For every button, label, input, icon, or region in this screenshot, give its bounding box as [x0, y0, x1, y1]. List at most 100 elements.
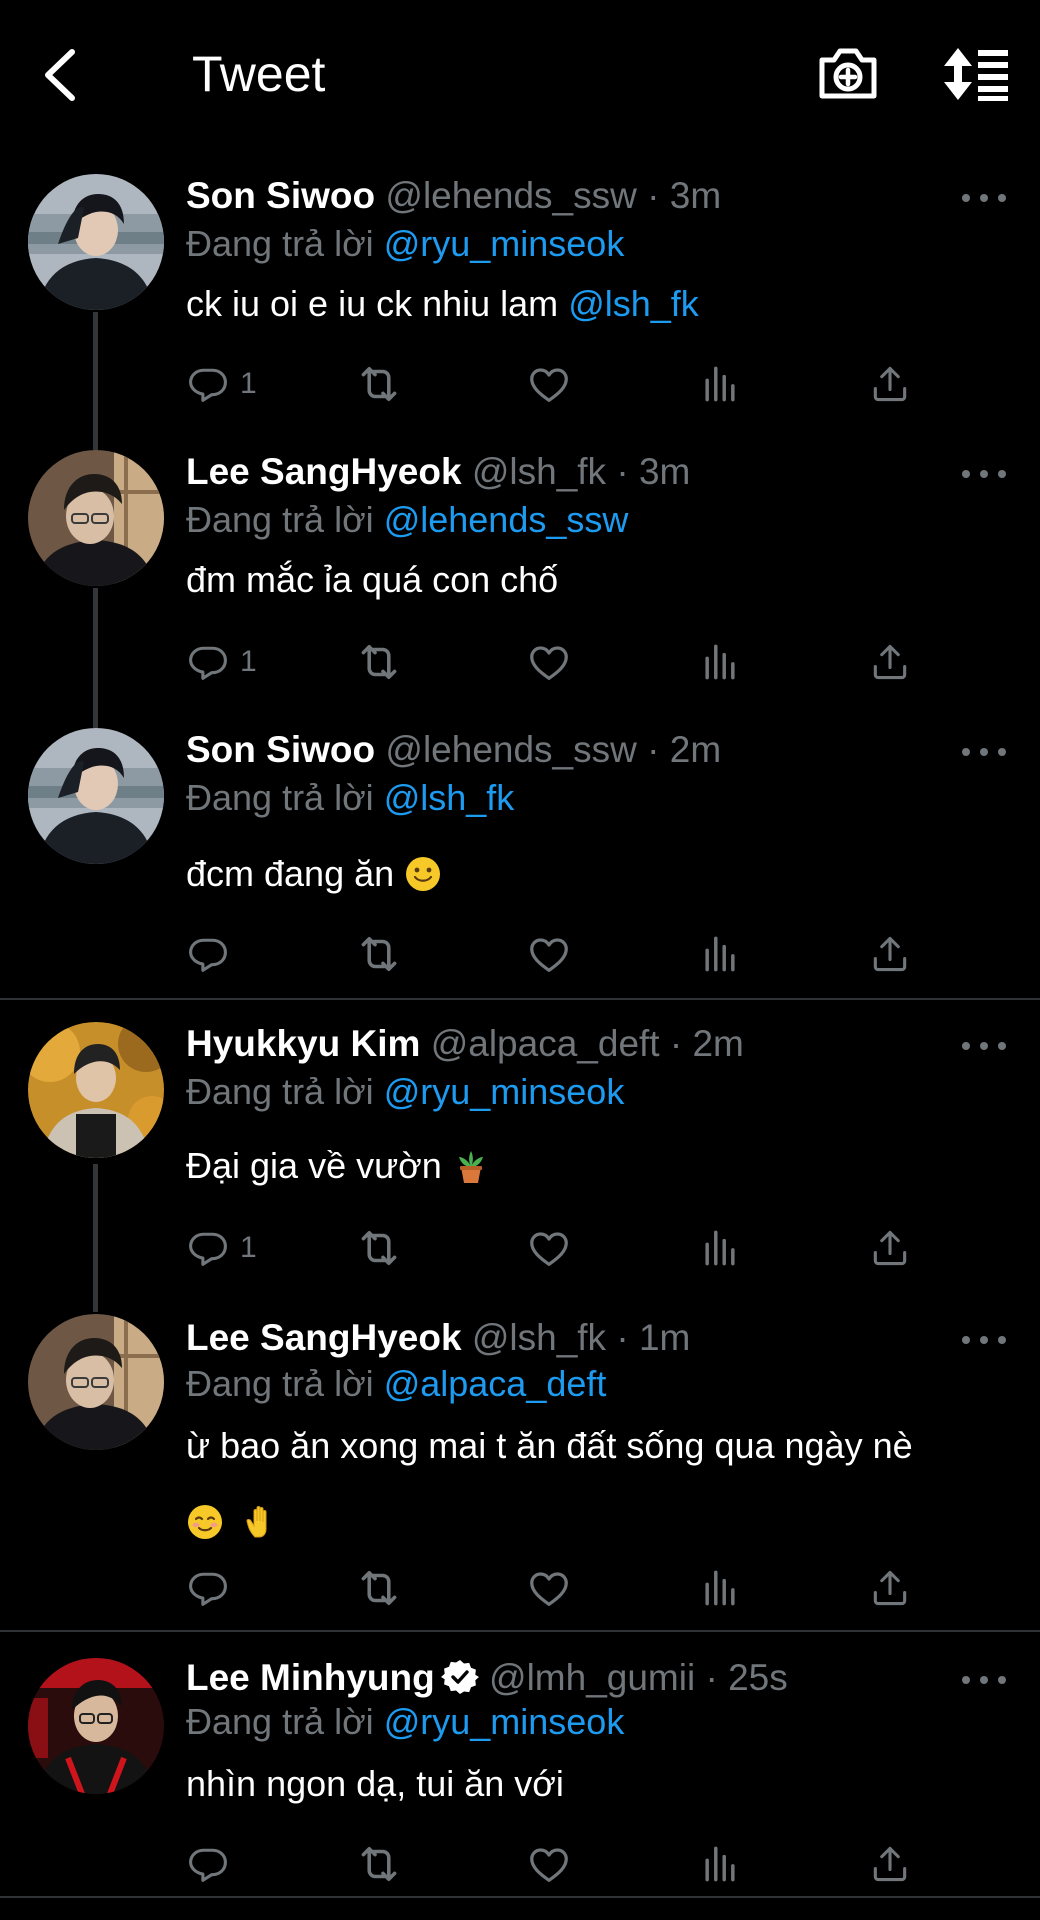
retweet-button[interactable] — [354, 928, 404, 980]
like-button[interactable] — [526, 636, 572, 688]
reply-count: 1 — [240, 645, 257, 678]
handle[interactable]: @alpaca_deft — [431, 1023, 660, 1064]
separator: · — [647, 729, 660, 770]
share-icon — [868, 362, 912, 406]
retweet-button[interactable] — [354, 1838, 404, 1890]
like-button[interactable] — [526, 1562, 572, 1614]
like-button[interactable] — [526, 1838, 572, 1890]
display-name[interactable]: Son Siwoo — [186, 729, 375, 770]
mention-link[interactable]: @lsh_fk — [568, 283, 699, 324]
camera-button[interactable] — [816, 44, 880, 104]
like-button[interactable] — [526, 358, 572, 410]
display-name[interactable]: Lee Minhyung — [186, 1657, 435, 1698]
sort-button[interactable] — [940, 46, 1012, 102]
views-button[interactable] — [698, 1838, 742, 1890]
verified-badge-icon — [440, 1660, 479, 1694]
retweet-button[interactable] — [354, 1562, 404, 1614]
tweet-text: đm mắc ỉa quá con chố — [186, 542, 1006, 618]
avatar[interactable] — [28, 728, 164, 864]
tweet-text: ừ bao ăn xong mai t ăn đất sống qua ngày… — [186, 1408, 1006, 1560]
reply-icon — [186, 362, 230, 406]
replying-to: Đang trả lời @ryu_minseok — [186, 222, 624, 266]
mention-link[interactable]: @ryu_minseok — [384, 1701, 625, 1742]
more-options-icon[interactable] — [960, 464, 1008, 484]
like-button[interactable] — [526, 928, 572, 980]
avatar[interactable] — [28, 450, 164, 586]
mention-link[interactable]: @lehends_ssw — [384, 499, 629, 540]
more-options-icon[interactable] — [960, 1036, 1008, 1056]
views-icon — [698, 640, 742, 684]
camera-plus-icon — [819, 48, 877, 99]
views-button[interactable] — [698, 1222, 742, 1274]
views-icon — [698, 1566, 742, 1610]
handle[interactable]: @lehends_ssw — [385, 175, 636, 216]
views-button[interactable] — [698, 928, 742, 980]
avatar[interactable] — [28, 1022, 164, 1158]
share-icon — [868, 1566, 912, 1610]
reply-icon — [186, 1842, 230, 1886]
retweet-button[interactable] — [354, 358, 404, 410]
reply-button[interactable] — [186, 1562, 230, 1614]
more-options-icon[interactable] — [960, 1330, 1008, 1350]
separator: · — [616, 1317, 629, 1358]
like-icon — [526, 1841, 572, 1887]
reply-button[interactable] — [186, 1838, 230, 1890]
like-button[interactable] — [526, 1222, 572, 1274]
tweet-actions: 1 — [186, 636, 926, 688]
more-options-icon[interactable] — [960, 188, 1008, 208]
replying-to-label: Đang trả lời — [186, 223, 374, 264]
thread-connector — [93, 1164, 98, 1312]
share-icon — [868, 1842, 912, 1886]
handle[interactable]: @lsh_fk — [472, 451, 606, 492]
handle[interactable]: @lmh_gumii — [489, 1657, 695, 1698]
share-button[interactable] — [868, 1562, 912, 1614]
share-button[interactable] — [868, 1838, 912, 1890]
slightly-smiling-face-emoji — [406, 857, 441, 891]
views-button[interactable] — [698, 636, 742, 688]
back-button[interactable] — [34, 44, 86, 106]
display-name[interactable]: Son Siwoo — [186, 175, 375, 216]
mention-link[interactable]: @alpaca_deft — [384, 1363, 607, 1404]
mention-link[interactable]: @ryu_minseok — [384, 1071, 625, 1112]
retweet-button[interactable] — [354, 636, 404, 688]
mention-link[interactable]: @lsh_fk — [384, 777, 515, 818]
display-name[interactable]: Lee SangHyeok — [186, 451, 462, 492]
reply-button[interactable]: 1 — [186, 636, 257, 688]
display-name[interactable]: Lee SangHyeok — [186, 1317, 462, 1358]
reply-button[interactable]: 1 — [186, 1222, 257, 1274]
divider — [0, 998, 1040, 1000]
timestamp: 2m — [692, 1023, 744, 1064]
more-options-icon[interactable] — [960, 1670, 1008, 1690]
tweet-text: ck iu oi e iu ck nhiu lam @lsh_fk — [186, 266, 1006, 342]
views-button[interactable] — [698, 1562, 742, 1614]
thread-connector — [93, 588, 98, 728]
avatar[interactable] — [28, 174, 164, 310]
retweet-button[interactable] — [354, 1222, 404, 1274]
share-button[interactable] — [868, 636, 912, 688]
like-icon — [526, 639, 572, 685]
separator: · — [705, 1657, 718, 1698]
retweet-icon — [354, 1839, 404, 1889]
tweet-body: nhìn ngon dạ, tui ăn với — [186, 1763, 564, 1804]
share-button[interactable] — [868, 928, 912, 980]
reply-button[interactable] — [186, 928, 230, 980]
divider — [0, 1630, 1040, 1632]
more-options-icon[interactable] — [960, 742, 1008, 762]
reply-icon — [186, 640, 230, 684]
reply-button[interactable]: 1 — [186, 358, 257, 410]
sort-list-icon — [944, 48, 1008, 101]
share-icon — [868, 932, 912, 976]
avatar[interactable] — [28, 1314, 164, 1450]
separator: · — [647, 175, 660, 216]
share-button[interactable] — [868, 358, 912, 410]
handle[interactable]: @lsh_fk — [472, 1317, 606, 1358]
chevron-left-icon — [45, 49, 75, 101]
views-button[interactable] — [698, 358, 742, 410]
handle[interactable]: @lehends_ssw — [385, 729, 636, 770]
mention-link[interactable]: @ryu_minseok — [384, 223, 625, 264]
display-name[interactable]: Hyukkyu Kim — [186, 1023, 420, 1064]
share-button[interactable] — [868, 1222, 912, 1274]
replying-to: Đang trả lời @ryu_minseok — [186, 1070, 624, 1114]
tweet-text: nhìn ngon dạ, tui ăn với — [186, 1746, 1006, 1822]
avatar[interactable] — [28, 1658, 164, 1794]
